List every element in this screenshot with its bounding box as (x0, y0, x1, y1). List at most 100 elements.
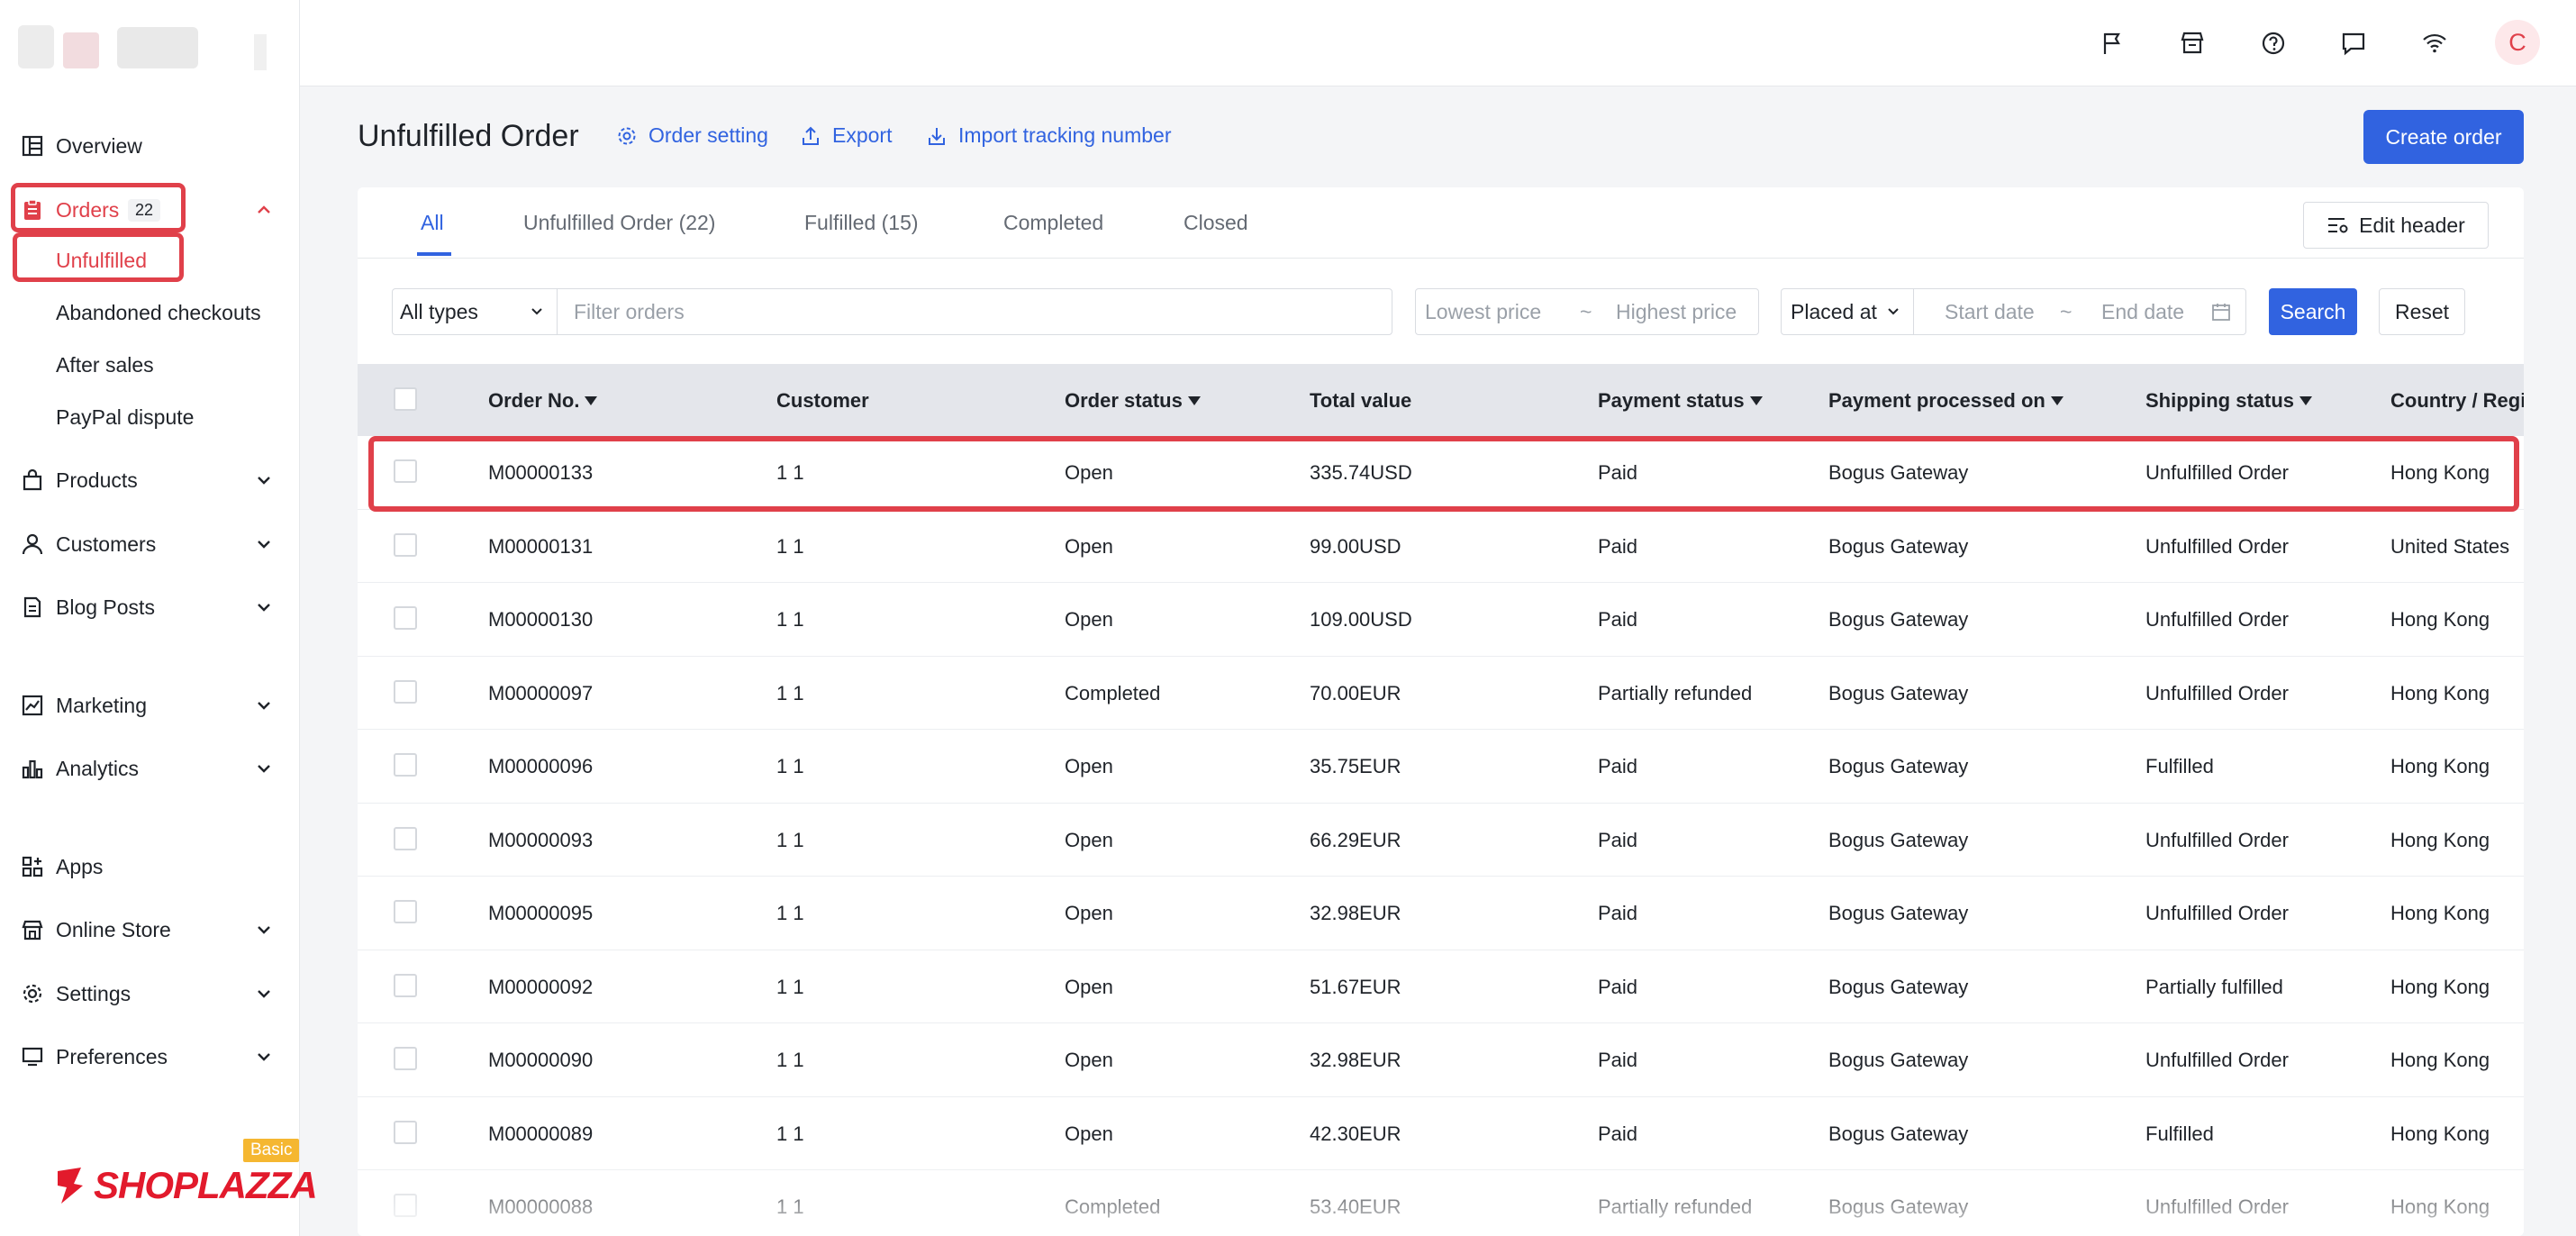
select-all-checkbox[interactable] (394, 387, 417, 411)
column-payment-processed-on[interactable]: Payment processed on (1828, 389, 2064, 413)
lowest-price-field[interactable]: Lowest price (1425, 300, 1541, 324)
table-header: Order No. Customer Order status Total va… (358, 364, 2524, 436)
row-checkbox[interactable] (394, 900, 417, 923)
cell-total: 51.67EUR (1310, 975, 1401, 998)
chevron-down-icon[interactable] (253, 983, 275, 1004)
order-type-select[interactable]: All types (392, 288, 558, 335)
filter-caret-icon (1187, 396, 1201, 405)
cell-payment: Paid (1598, 975, 1638, 998)
cell-order-no[interactable]: M00000095 (488, 902, 593, 925)
tab-closed[interactable]: Closed (1184, 211, 1248, 235)
price-range-input[interactable]: Lowest price ~ Highest price (1415, 288, 1759, 335)
store-logo[interactable] (18, 16, 270, 72)
chevron-down-icon[interactable] (253, 596, 275, 618)
chevron-down-icon (1888, 308, 1899, 315)
sidebar-sub-paypal[interactable]: PayPal dispute (56, 405, 194, 430)
end-date-field[interactable]: End date (2101, 300, 2184, 324)
sidebar-sub-abandoned[interactable]: Abandoned checkouts (56, 301, 261, 325)
table-row[interactable]: M00000095 1 1 Open 32.98EUR Paid Bogus Gatewa… (358, 877, 2524, 950)
table-row[interactable]: M00000130 1 1 Open 109.00USD Paid Bogus Gatew… (358, 583, 2524, 657)
cell-country: Hong Kong (2390, 1122, 2490, 1145)
search-button[interactable]: Search (2269, 288, 2357, 335)
table-row[interactable]: M00000131 1 1 Open 99.00USD Paid Bogus Gatewa… (358, 510, 2524, 583)
row-checkbox[interactable] (394, 1047, 417, 1070)
tab-unfulfilled[interactable]: Unfulfilled Order (22) (523, 211, 715, 235)
date-range-input[interactable]: Start date ~ End date (1913, 288, 2246, 335)
help-icon[interactable] (2255, 25, 2291, 61)
table-row[interactable]: M00000097 1 1 Completed 70.00EUR Partially r… (358, 657, 2524, 730)
column-order-no[interactable]: Order No. (488, 389, 598, 413)
table-row[interactable]: M00000090 1 1 Open 32.98EUR Paid Bogus Gatewa… (358, 1023, 2524, 1097)
cell-order-no[interactable]: M00000131 (488, 535, 593, 559)
filter-caret-icon (2299, 396, 2312, 405)
sidebar-item-marketing[interactable]: Marketing (0, 680, 300, 731)
highest-price-field[interactable]: Highest price (1616, 300, 1737, 324)
sidebar-item-preferences[interactable]: Preferences (0, 1032, 300, 1082)
column-payment-status[interactable]: Payment status (1598, 389, 1763, 413)
filter-orders-input[interactable]: Filter orders (557, 288, 1392, 335)
import-tracking-link[interactable]: Import tracking number (926, 123, 1171, 148)
sidebar-item-overview[interactable]: Overview (0, 121, 300, 171)
start-date-field[interactable]: Start date (1945, 300, 2035, 324)
table-row[interactable]: M00000089 1 1 Open 42.30EUR Paid Bogus Gatewa… (358, 1097, 2524, 1170)
message-icon[interactable] (2336, 25, 2372, 61)
tab-fulfilled[interactable]: Fulfilled (15) (804, 211, 919, 235)
sidebar-item-apps[interactable]: Apps (0, 841, 300, 892)
chevron-down-icon[interactable] (253, 533, 275, 555)
store-icon[interactable] (2174, 25, 2210, 61)
table-row[interactable]: M00000092 1 1 Open 51.67EUR Paid Bogus Gatewa… (358, 950, 2524, 1023)
row-checkbox[interactable] (394, 532, 417, 557)
cell-order-no[interactable]: M00000093 (488, 829, 593, 852)
cell-order-no[interactable]: M00000097 (488, 682, 593, 705)
order-setting-link[interactable]: Order setting (616, 123, 768, 148)
placed-at-select[interactable]: Placed at (1781, 288, 1914, 335)
sidebar-item-settings[interactable]: Settings (0, 968, 300, 1019)
chevron-up-icon[interactable] (253, 199, 275, 221)
tab-all[interactable]: All (421, 211, 444, 235)
row-checkbox[interactable] (394, 606, 417, 630)
tab-completed[interactable]: Completed (1003, 211, 1103, 235)
marketing-icon (20, 693, 45, 718)
column-customer: Customer (776, 389, 869, 413)
column-order-status[interactable]: Order status (1065, 389, 1201, 413)
apps-icon (20, 854, 45, 879)
chevron-down-icon[interactable] (253, 919, 275, 941)
chevron-down-icon[interactable] (253, 758, 275, 779)
sidebar-item-products[interactable]: Products (0, 455, 300, 505)
wifi-icon[interactable] (2417, 25, 2453, 61)
reset-button[interactable]: Reset (2379, 288, 2465, 335)
chevron-down-icon[interactable] (253, 1046, 275, 1068)
cell-order-status: Open (1065, 534, 1113, 558)
sidebar-item-label: Apps (56, 854, 104, 878)
cell-order-no[interactable]: M00000096 (488, 755, 593, 778)
cell-order-no[interactable]: M00000130 (488, 608, 593, 632)
sidebar-item-blog-posts[interactable]: Blog Posts (0, 582, 300, 632)
cell-gateway: Bogus Gateway (1828, 755, 1969, 777)
cell-order-no[interactable]: M00000092 (488, 976, 593, 999)
export-link[interactable]: Export (800, 123, 892, 148)
cell-country: Hong Kong (2390, 975, 2490, 998)
create-order-button[interactable]: Create order (2363, 110, 2524, 164)
table-row[interactable]: M00000093 1 1 Open 66.29EUR Paid Bogus Gatewa… (358, 804, 2524, 877)
cell-order-no[interactable]: M00000090 (488, 1049, 593, 1072)
column-label: Country / Regi (2390, 389, 2524, 412)
sidebar-sub-after-sales[interactable]: After sales (56, 353, 154, 377)
flag-icon[interactable] (2094, 25, 2130, 61)
avatar[interactable]: C (2495, 20, 2540, 65)
row-checkbox[interactable] (394, 973, 417, 997)
sidebar-item-customers[interactable]: Customers (0, 519, 300, 569)
chevron-down-icon[interactable] (253, 695, 275, 716)
row-checkbox[interactable] (394, 753, 417, 777)
sidebar-item-online-store[interactable]: Online Store (0, 904, 300, 955)
table-row[interactable]: M00000096 1 1 Open 35.75EUR Paid Bogus Gatewa… (358, 730, 2524, 804)
column-shipping-status[interactable]: Shipping status (2145, 389, 2312, 413)
row-checkbox[interactable] (394, 826, 417, 850)
chevron-down-icon[interactable] (253, 469, 275, 491)
sidebar-item-analytics[interactable]: Analytics (0, 743, 300, 794)
cell-gateway: Bogus Gateway (1828, 902, 1969, 924)
cell-payment: Partially refunded (1598, 681, 1753, 704)
edit-header-button[interactable]: Edit header (2303, 202, 2489, 249)
cell-order-no[interactable]: M00000089 (488, 1122, 593, 1146)
row-checkbox[interactable] (394, 1120, 417, 1144)
row-checkbox[interactable] (394, 679, 417, 704)
